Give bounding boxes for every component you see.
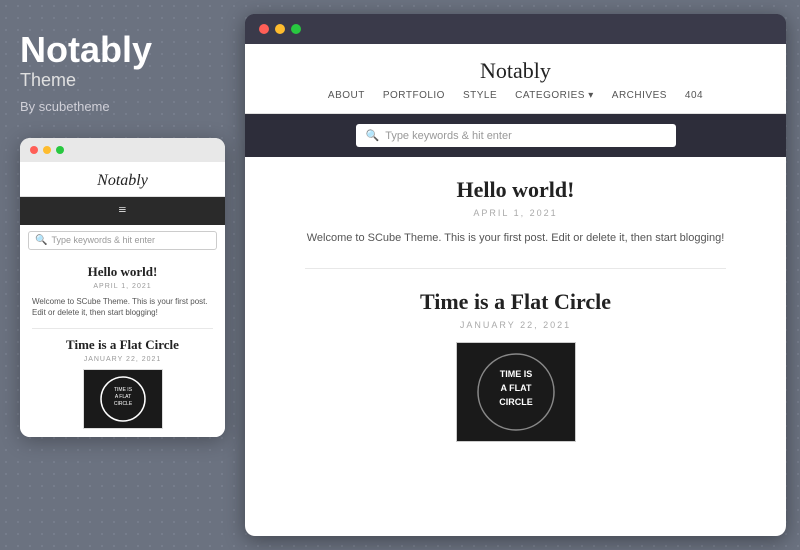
mobile-search-box[interactable]: 🔍 Type keywords & hit enter (28, 231, 217, 250)
desktop-separator (305, 268, 726, 269)
svg-text:CIRCLE: CIRCLE (499, 397, 533, 407)
mobile-post-1: Hello world! APRIL 1, 2021 Welcome to SC… (20, 256, 225, 437)
nav-portfolio[interactable]: PORTFOLIO (383, 90, 445, 101)
desktop-search-section: 🔍 Type keywords & hit enter (245, 114, 786, 157)
desktop-search-icon: 🔍 (366, 129, 380, 142)
mobile-titlebar (20, 138, 225, 162)
desktop-post-2-date: JANUARY 22, 2021 (305, 320, 726, 330)
desktop-search-placeholder: Type keywords & hit enter (385, 130, 512, 142)
theme-subtitle: Theme (20, 70, 225, 91)
hamburger-icon[interactable]: ≡ (119, 203, 127, 219)
desktop-mockup: Notably ABOUT PORTFOLIO STYLE CATEGORIES… (245, 14, 786, 536)
desktop-post-1-title: Hello world! (305, 177, 726, 203)
mobile-dot-green (56, 146, 64, 154)
theme-title: Notably (20, 30, 225, 70)
desktop-posts: Hello world! APRIL 1, 2021 Welcome to SC… (245, 157, 786, 482)
mobile-post-1-title: Hello world! (32, 264, 213, 280)
desktop-dot-yellow (275, 24, 285, 34)
svg-text:A FLAT: A FLAT (114, 394, 130, 400)
search-icon: 🔍 (35, 235, 47, 246)
desktop-dot-green (291, 24, 301, 34)
mobile-thumb-inner: TIME IS A FLAT CIRCLE (84, 370, 162, 428)
mobile-search-area: 🔍 Type keywords & hit enter (20, 225, 225, 256)
mobile-post-2-date: JANUARY 22, 2021 (32, 356, 213, 363)
mobile-blog-title: Notably (26, 172, 219, 190)
mobile-nav-bar: ≡ (20, 197, 225, 225)
desktop-post-1: Hello world! APRIL 1, 2021 Welcome to SC… (305, 177, 726, 248)
svg-text:A FLAT: A FLAT (500, 383, 531, 393)
desktop-post-1-date: APRIL 1, 2021 (305, 208, 726, 218)
mobile-post-2-title: Time is a Flat Circle (32, 337, 213, 353)
desktop-post-2-title: Time is a Flat Circle (305, 289, 726, 315)
desktop-thumb-svg: TIME IS A FLAT CIRCLE (461, 347, 571, 437)
desktop-blog-title: Notably (265, 58, 766, 84)
mobile-thumbnail: TIME IS A FLAT CIRCLE (83, 369, 163, 429)
mobile-dot-red (30, 146, 38, 154)
nav-categories[interactable]: CATEGORIES ▾ (515, 90, 594, 101)
mobile-divider (32, 328, 213, 329)
mobile-search-placeholder: Type keywords & hit enter (51, 235, 155, 245)
right-panel: Notably ABOUT PORTFOLIO STYLE CATEGORIES… (245, 0, 800, 550)
nav-404[interactable]: 404 (685, 90, 703, 101)
mobile-dot-yellow (43, 146, 51, 154)
left-panel: Notably Theme By scubetheme Notably ≡ 🔍 … (0, 0, 245, 550)
svg-text:TIME IS: TIME IS (113, 387, 132, 393)
mobile-post-1-date: APRIL 1, 2021 (32, 283, 213, 290)
mobile-site-header: Notably (20, 162, 225, 197)
desktop-browser-content: Notably ABOUT PORTFOLIO STYLE CATEGORIES… (245, 44, 786, 536)
theme-author: By scubetheme (20, 99, 225, 114)
nav-archives[interactable]: ARCHIVES (612, 90, 667, 101)
desktop-post-2: Time is a Flat Circle JANUARY 22, 2021 T… (305, 289, 726, 442)
desktop-nav: ABOUT PORTFOLIO STYLE CATEGORIES ▾ ARCHI… (265, 90, 766, 107)
svg-text:CIRCLE: CIRCLE (113, 401, 132, 407)
desktop-search-wrap[interactable]: 🔍 Type keywords & hit enter (356, 124, 676, 147)
nav-style[interactable]: STYLE (463, 90, 497, 101)
desktop-titlebar (245, 14, 786, 44)
desktop-thumbnail: TIME IS A FLAT CIRCLE (456, 342, 576, 442)
mobile-post-1-excerpt: Welcome to SCube Theme. This is your fir… (32, 296, 213, 318)
desktop-site-header: Notably ABOUT PORTFOLIO STYLE CATEGORIES… (245, 44, 786, 114)
desktop-dot-red (259, 24, 269, 34)
mobile-mockup: Notably ≡ 🔍 Type keywords & hit enter He… (20, 138, 225, 437)
svg-text:TIME IS: TIME IS (499, 369, 532, 379)
desktop-post-1-excerpt: Welcome to SCube Theme. This is your fir… (305, 230, 726, 248)
nav-about[interactable]: ABOUT (328, 90, 365, 101)
mobile-thumb-svg: TIME IS A FLAT CIRCLE (93, 375, 153, 423)
desktop-thumbnail-wrap: TIME IS A FLAT CIRCLE (305, 342, 726, 442)
